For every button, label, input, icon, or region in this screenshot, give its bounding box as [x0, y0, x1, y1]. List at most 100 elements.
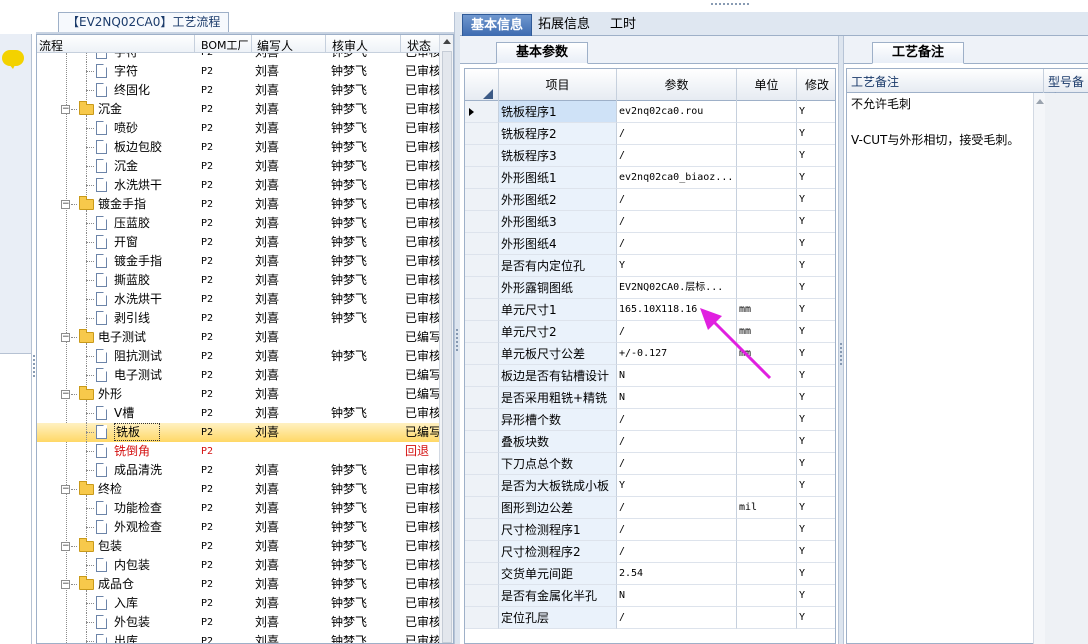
param-unit-cell[interactable]	[737, 211, 797, 233]
param-modify-cell[interactable]: Y	[797, 365, 835, 387]
param-unit-cell[interactable]	[737, 233, 797, 255]
tree-row[interactable]: − 外形 P2 刘喜 已编写	[37, 385, 439, 404]
tree-row[interactable]: 终固化 P2 刘喜 钟梦飞 已审核	[37, 81, 439, 100]
param-unit-cell[interactable]	[737, 255, 797, 277]
tree-row[interactable]: − 包装 P2 刘喜 钟梦飞 已审核	[37, 537, 439, 556]
param-row[interactable]: 是否有金属化半孔 N Y	[465, 585, 835, 607]
param-modify-cell[interactable]: Y	[797, 541, 835, 563]
tree-row[interactable]: 外观检查 P2 刘喜 钟梦飞 已审核	[37, 518, 439, 537]
param-modify-cell[interactable]: Y	[797, 519, 835, 541]
tree-row[interactable]: 压蓝胶 P2 刘喜 钟梦飞 已审核	[37, 214, 439, 233]
scroll-thumb[interactable]	[442, 51, 452, 643]
row-indicator[interactable]	[465, 167, 499, 189]
param-unit-cell[interactable]	[737, 387, 797, 409]
tree-row[interactable]: 成品清洗 P2 刘喜 钟梦飞 已审核	[37, 461, 439, 480]
collapse-icon[interactable]: −	[61, 542, 70, 551]
tree-row[interactable]: − 镀金手指 P2 刘喜 钟梦飞 已审核	[37, 195, 439, 214]
param-row[interactable]: 铣板程序1 ev2nq02ca0.rou Y	[465, 101, 835, 123]
row-indicator[interactable]	[465, 343, 499, 365]
param-row[interactable]: 单元板尺寸公差+/-0.127mmY	[465, 343, 835, 365]
param-modify-cell[interactable]: Y	[797, 277, 835, 299]
tree-row[interactable]: 阻抗测试 P2 刘喜 钟梦飞 已审核	[37, 347, 439, 366]
param-row[interactable]: 定位孔层 / Y	[465, 607, 835, 629]
tree-row[interactable]: 沉金 P2 刘喜 钟梦飞 已审核	[37, 157, 439, 176]
tree-row[interactable]: 功能检查 P2 刘喜 钟梦飞 已审核	[37, 499, 439, 518]
subtab-basic-params[interactable]: 基本参数	[496, 42, 588, 64]
tree-row[interactable]: 内包装 P2 刘喜 钟梦飞 已审核	[37, 556, 439, 575]
param-modify-cell[interactable]: Y	[797, 145, 835, 167]
param-value-cell[interactable]: ev2nq02ca0.rou	[617, 101, 737, 123]
tree-row[interactable]: 水洗烘干 P2 刘喜 钟梦飞 已审核	[37, 176, 439, 195]
param-row[interactable]: 单元尺寸1 165.10X118.16 mm Y	[465, 299, 835, 321]
param-modify-cell[interactable]: Y	[797, 101, 835, 123]
collapse-icon[interactable]: −	[61, 390, 70, 399]
row-indicator[interactable]	[465, 101, 499, 123]
param-modify-cell[interactable]: Y	[797, 497, 835, 519]
param-unit-cell[interactable]: mil	[737, 497, 797, 519]
param-row[interactable]: 外形图纸1 ev2nq02ca0_biaoz... Y	[465, 167, 835, 189]
col-header-reviewer[interactable]: 核审人	[332, 37, 368, 54]
param-modify-cell[interactable]: Y	[797, 585, 835, 607]
param-unit-cell[interactable]	[737, 277, 797, 299]
tree-row[interactable]: − 终检 P2 刘喜 钟梦飞 已审核	[37, 480, 439, 499]
param-value-cell[interactable]: ev2nq02ca0_biaoz...	[617, 167, 737, 189]
row-indicator[interactable]	[465, 541, 499, 563]
row-indicator[interactable]	[465, 145, 499, 167]
tree-row[interactable]: 外包装 P2 刘喜 钟梦飞 已审核	[37, 613, 439, 632]
param-value-cell[interactable]: Y	[617, 255, 737, 277]
param-row[interactable]: 单元尺寸2/mm Y	[465, 321, 835, 343]
param-value-cell[interactable]: /	[617, 189, 737, 211]
grid-header-unit[interactable]: 单位	[737, 69, 797, 101]
param-modify-cell[interactable]: Y	[797, 299, 835, 321]
param-unit-cell[interactable]	[737, 541, 797, 563]
param-modify-cell[interactable]: Y	[797, 563, 835, 585]
param-modify-cell[interactable]: Y	[797, 123, 835, 145]
row-indicator[interactable]	[465, 277, 499, 299]
param-value-cell[interactable]: /	[617, 431, 737, 453]
param-row[interactable]: 异形槽个数 / Y	[465, 409, 835, 431]
chat-bubble-icon[interactable]	[2, 50, 24, 69]
row-indicator[interactable]	[465, 519, 499, 541]
param-unit-cell[interactable]	[737, 123, 797, 145]
param-unit-cell[interactable]	[737, 145, 797, 167]
param-unit-cell[interactable]	[737, 563, 797, 585]
row-indicator[interactable]	[465, 453, 499, 475]
model-notes-column[interactable]	[1045, 93, 1088, 644]
row-indicator[interactable]	[465, 607, 499, 629]
param-value-cell[interactable]: /	[617, 519, 737, 541]
param-row[interactable]: 尺寸检测程序2/ Y	[465, 541, 835, 563]
param-value-cell[interactable]: EV2NQ02CA0.层标...	[617, 277, 737, 299]
param-value-cell[interactable]: /	[617, 541, 737, 563]
tree-row[interactable]: 字符P2刘喜钟梦飞已审核	[37, 53, 439, 62]
process-tree-title-tab[interactable]: 【EV2NQ02CA0】工艺流程	[58, 12, 230, 32]
param-row[interactable]: 是否有内定位孔 Y Y	[465, 255, 835, 277]
col-header-writer[interactable]: 编写人	[257, 37, 293, 54]
tree-row[interactable]: − 电子测试 P2 刘喜 已编写	[37, 328, 439, 347]
grid-header-item[interactable]: 项目	[499, 69, 617, 101]
param-unit-cell[interactable]	[737, 453, 797, 475]
param-value-cell[interactable]: /	[617, 211, 737, 233]
top-splitter-grip[interactable]	[706, 0, 758, 12]
subtab-process-notes[interactable]: 工艺备注	[872, 42, 964, 64]
tree-row[interactable]: 出库 P2 刘喜 钟梦飞 已审核	[37, 632, 439, 643]
param-value-cell[interactable]: /	[617, 453, 737, 475]
col-header-status[interactable]: 状态	[407, 37, 431, 54]
param-modify-cell[interactable]: Y	[797, 387, 835, 409]
row-indicator[interactable]	[465, 211, 499, 233]
row-indicator[interactable]	[465, 497, 499, 519]
param-value-cell[interactable]: /	[617, 607, 737, 629]
row-indicator[interactable]	[465, 563, 499, 585]
param-value-cell[interactable]: /	[617, 497, 737, 519]
param-unit-cell[interactable]	[737, 585, 797, 607]
tree-row[interactable]: 字符P2刘喜钟梦飞已审核	[37, 62, 439, 81]
note-line-2[interactable]: V-CUT与外形相切，接受毛刺。	[851, 131, 1019, 148]
param-unit-cell[interactable]	[737, 189, 797, 211]
middle-splitter[interactable]	[454, 12, 460, 644]
col-header-process[interactable]: 流程	[39, 37, 63, 54]
param-modify-cell[interactable]: Y	[797, 255, 835, 277]
collapse-icon[interactable]: −	[61, 485, 70, 494]
col-header-bom[interactable]: BOM工厂	[201, 37, 249, 53]
param-row[interactable]: 外形图纸4/ Y	[465, 233, 835, 255]
tree-row[interactable]: 铣倒角 P2 回退	[37, 442, 439, 461]
row-indicator[interactable]	[465, 189, 499, 211]
